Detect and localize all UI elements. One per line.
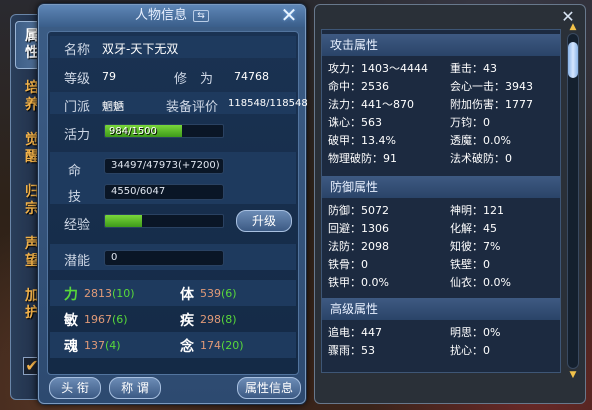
defense-item: 法防：2098 bbox=[328, 240, 389, 253]
attack-item: 诛心：563 bbox=[328, 116, 382, 129]
attack-item: 攻力：1403～4444 bbox=[328, 62, 428, 75]
stat-mind-value: 174(20) bbox=[200, 339, 244, 352]
attribute-info-button[interactable]: 属性信息 bbox=[237, 377, 301, 399]
scroll-down-icon[interactable]: ▼ bbox=[567, 370, 579, 380]
stat-agility-key: 敏 bbox=[64, 313, 78, 329]
level-value: 79 bbox=[102, 70, 116, 83]
level-up-button[interactable]: 升级 bbox=[236, 210, 292, 232]
defense-item: 知彼：7% bbox=[450, 240, 501, 253]
advanced-item: 骤雨：53 bbox=[328, 344, 375, 357]
exp-bar bbox=[104, 214, 224, 228]
stat-speed-value: 298(8) bbox=[200, 313, 237, 326]
skill-label: 技 bbox=[68, 190, 82, 205]
cultivation-label: 修 为 bbox=[174, 72, 214, 87]
stat-soul-key: 魂 bbox=[64, 339, 78, 355]
attack-item: 破甲：13.4% bbox=[328, 134, 396, 147]
hp-field: 34497/47973(+7200) bbox=[104, 158, 224, 174]
scrollbar[interactable]: ▲ ▼ bbox=[567, 22, 579, 380]
vitality-bar: 984/1500 bbox=[104, 124, 224, 138]
defense-item: 仙衣：0.0% bbox=[450, 276, 511, 289]
defense-item: 化解：45 bbox=[450, 222, 497, 235]
attack-item: 重击：43 bbox=[450, 62, 497, 75]
vitality-value: 984/1500 bbox=[109, 126, 157, 137]
scroll-thumb[interactable] bbox=[568, 42, 578, 78]
advanced-item: 扰心：0 bbox=[450, 344, 490, 357]
name-label: 名称 bbox=[64, 43, 91, 58]
skill-field: 4550/6047 bbox=[104, 184, 224, 200]
attack-header: 攻击属性 bbox=[322, 34, 560, 56]
attribute-detail-panel: ✕ 攻击属性 攻力：1403～4444 重击：43 命中：2536 会心一击：3… bbox=[314, 4, 586, 404]
attack-item: 命中：2536 bbox=[328, 80, 389, 93]
attack-item: 附加伤害：1777 bbox=[450, 98, 533, 111]
stat-speed-key: 疾 bbox=[180, 313, 194, 329]
sect-label: 门派 bbox=[64, 100, 91, 115]
attack-item: 法力：441～870 bbox=[328, 98, 414, 111]
equip-score-label: 装备评价 bbox=[166, 100, 219, 115]
equip-score-value: 118548/118548 bbox=[228, 98, 308, 109]
defense-item: 铁骨：0 bbox=[328, 258, 368, 271]
defense-item: 回避：1306 bbox=[328, 222, 389, 235]
stat-strength-key: 力 bbox=[64, 287, 78, 303]
stat-strength-value: 2813(10) bbox=[84, 287, 135, 300]
advanced-item: 追电：447 bbox=[328, 326, 382, 339]
attack-item: 法术破防：0 bbox=[450, 152, 512, 165]
attack-item: 物理破防：91 bbox=[328, 152, 397, 165]
advanced-item: 明思：0% bbox=[450, 326, 501, 339]
character-name: 双牙-天下无双 bbox=[102, 42, 179, 56]
scroll-up-icon[interactable]: ▲ bbox=[567, 22, 579, 32]
stat-soul-value: 137(4) bbox=[84, 339, 121, 352]
window-title-bar: 人物信息 ⇆ bbox=[39, 5, 305, 27]
advanced-header: 高级属性 bbox=[322, 298, 560, 320]
hp-label: 命 bbox=[68, 164, 82, 179]
level-label: 等级 bbox=[64, 72, 91, 87]
stat-constitution-key: 体 bbox=[180, 287, 194, 303]
defense-item: 神明：121 bbox=[450, 204, 504, 217]
cultivation-value: 74768 bbox=[234, 70, 269, 83]
potential-label: 潜能 bbox=[64, 254, 91, 269]
potential-field: 0 bbox=[104, 250, 224, 266]
attack-item: 万钧：0 bbox=[450, 116, 490, 129]
attack-item: 会心一击：3943 bbox=[450, 80, 533, 93]
attack-item: 透魔：0.0% bbox=[450, 134, 511, 147]
exp-label: 经验 bbox=[64, 218, 91, 233]
defense-item: 铁壁：0 bbox=[450, 258, 490, 271]
stat-agility-value: 1967(6) bbox=[84, 313, 128, 326]
close-icon[interactable]: ✕ bbox=[279, 5, 299, 26]
stat-constitution-value: 539(6) bbox=[200, 287, 237, 300]
appellation-button[interactable]: 称 谓 bbox=[109, 377, 161, 399]
vitality-label: 活力 bbox=[64, 128, 91, 143]
defense-header: 防御属性 bbox=[322, 176, 560, 198]
stat-mind-key: 念 bbox=[180, 339, 194, 355]
sect-value: 魍魉 bbox=[102, 100, 124, 113]
character-info-window: 人物信息 ⇆ ✕ 名称 双牙-天下无双 等级 79 修 为 74768 门派 魍… bbox=[38, 4, 308, 404]
attribute-list: 攻击属性 攻力：1403～4444 重击：43 命中：2536 会心一击：394… bbox=[321, 29, 561, 373]
title-button[interactable]: 头 衔 bbox=[49, 377, 101, 399]
window-title: 人物信息 bbox=[134, 8, 187, 23]
defense-item: 铁甲：0.0% bbox=[328, 276, 389, 289]
defense-item: 防御：5072 bbox=[328, 204, 389, 217]
swap-arrows-icon[interactable]: ⇆ bbox=[193, 10, 209, 22]
info-panel: 名称 双牙-天下无双 等级 79 修 为 74768 门派 魍魉 装备评价 11… bbox=[47, 31, 308, 375]
